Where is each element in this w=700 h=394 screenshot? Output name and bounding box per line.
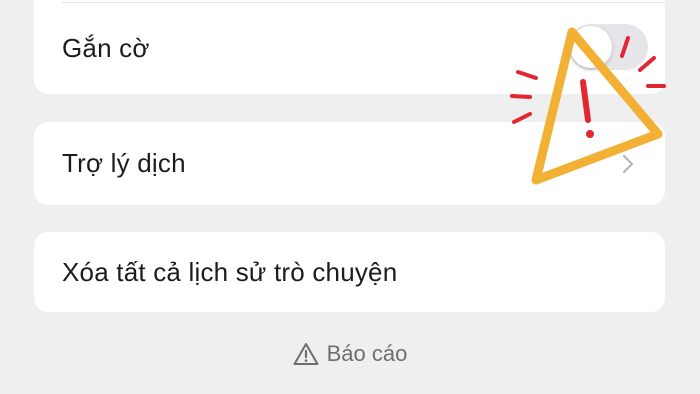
warning-triangle-icon [293, 343, 319, 365]
row-divider [62, 2, 665, 3]
translate-assistant-label: Trợ lý dịch [62, 148, 186, 178]
clear-history-row[interactable]: Xóa tất cả lịch sử trò chuyện [34, 232, 665, 312]
translate-assistant-row[interactable]: Trợ lý dịch [34, 122, 665, 205]
report-button[interactable]: Báo cáo [0, 338, 700, 370]
report-label: Báo cáo [326, 341, 408, 366]
chevron-right-icon [622, 154, 634, 174]
flag-settings-card: Gắn cờ [34, 0, 665, 94]
flag-label: Gắn cờ [62, 33, 150, 63]
clear-history-label: Xóa tất cả lịch sử trò chuyện [62, 257, 398, 287]
flag-toggle[interactable] [568, 24, 648, 70]
toggle-knob [570, 26, 612, 68]
